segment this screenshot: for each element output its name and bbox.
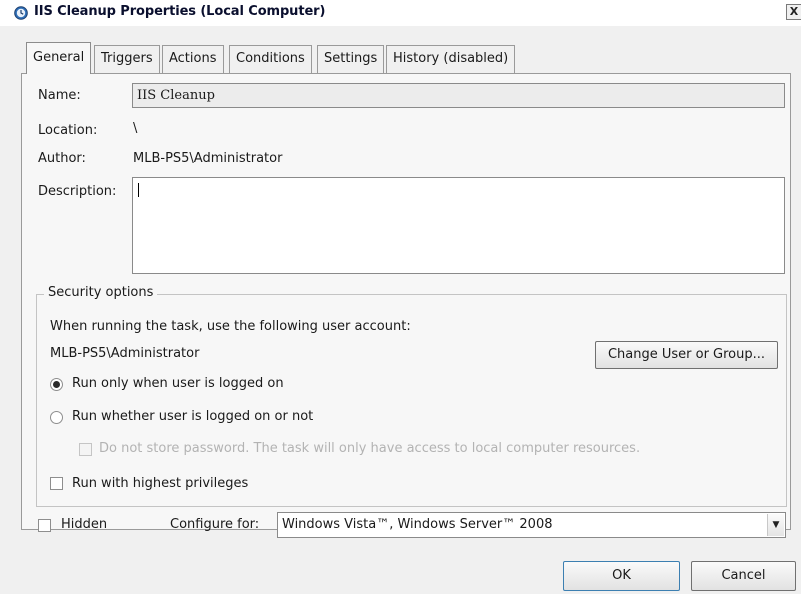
highest-privileges-label: Run with highest privileges [72, 476, 249, 491]
radio-selected-dot [53, 381, 60, 388]
properties-dialog: IIS Cleanup Properties (Local Computer) … [0, 0, 801, 594]
location-label: Location: [38, 123, 98, 138]
author-value: MLB-PS5\Administrator [133, 151, 283, 166]
configure-for-select[interactable]: Windows Vista™, Windows Server™ 2008 ▼ [277, 512, 786, 538]
configure-for-label: Configure for: [170, 517, 260, 532]
name-field[interactable]: IIS Cleanup [132, 83, 785, 108]
no-store-password-label: Do not store password. The task will onl… [99, 441, 641, 456]
hidden-box[interactable] [38, 519, 51, 532]
location-value: \ [133, 121, 138, 136]
description-label: Description: [38, 184, 117, 199]
text-caret [138, 183, 139, 197]
chevron-down-icon[interactable]: ▼ [767, 514, 784, 536]
account-value: MLB-PS5\Administrator [50, 346, 200, 361]
highest-privileges-box[interactable] [50, 477, 63, 490]
general-content: Name: IIS Cleanup Location: \ Author: ML… [0, 0, 801, 594]
radio-whether-label: Run whether user is logged on or not [72, 409, 314, 424]
security-options-title: Security options [44, 285, 158, 300]
ok-button[interactable]: OK [563, 561, 680, 591]
author-label: Author: [38, 151, 86, 166]
no-store-password-box [79, 443, 92, 456]
radio-logged-on-control[interactable] [50, 378, 63, 391]
name-label: Name: [38, 88, 81, 103]
description-textarea[interactable] [132, 177, 785, 274]
configure-for-value: Windows Vista™, Windows Server™ 2008 [282, 517, 553, 532]
radio-whether-control[interactable] [50, 411, 63, 424]
hidden-label: Hidden [61, 517, 108, 532]
change-user-button[interactable]: Change User or Group... [595, 341, 778, 369]
account-prompt: When running the task, use the following… [50, 319, 411, 334]
radio-logged-on-label: Run only when user is logged on [72, 376, 284, 391]
cancel-button[interactable]: Cancel [691, 561, 796, 591]
